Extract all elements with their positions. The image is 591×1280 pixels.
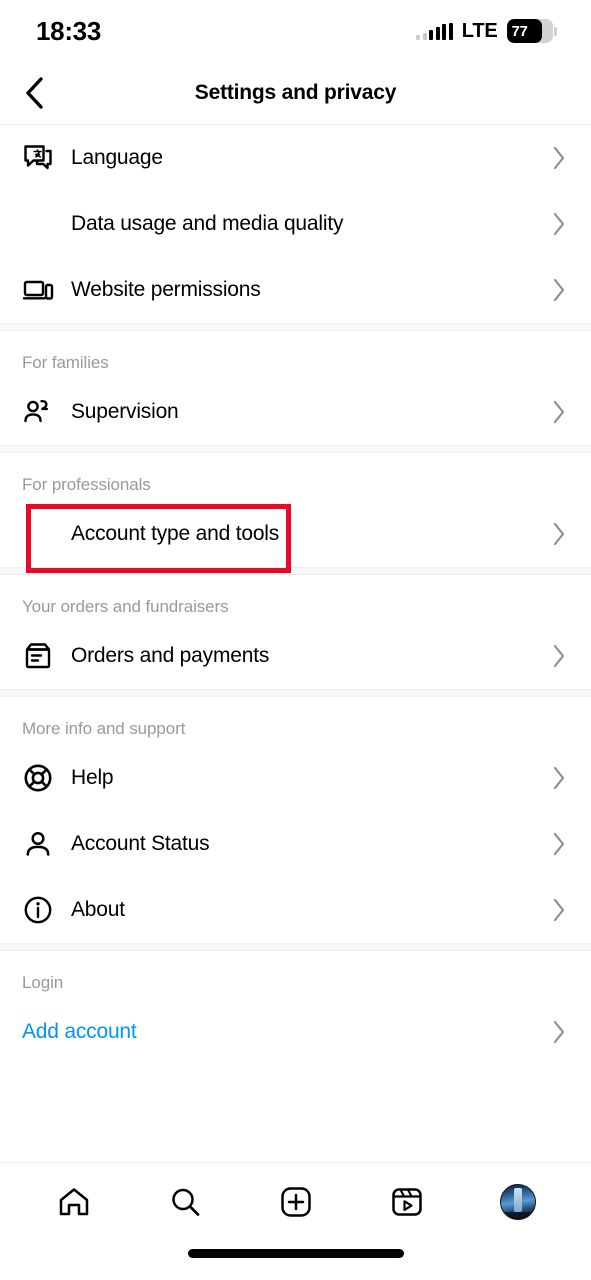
list-item-data-usage-and-media-quality[interactable]: Data usage and media quality <box>0 191 591 257</box>
list-item-add-account[interactable]: Add account <box>0 999 591 1065</box>
page-title: Settings and privacy <box>194 81 397 104</box>
chevron-right-icon <box>549 1020 569 1044</box>
home-icon <box>59 1188 88 1216</box>
list-item-label: Data usage and media quality <box>71 212 344 235</box>
settings-section-orders: Your orders and fundraisers Orders and p… <box>0 575 591 689</box>
avatar-icon <box>499 1184 536 1220</box>
people-icon <box>22 396 71 428</box>
chevron-right-icon <box>549 212 569 236</box>
section-divider <box>0 567 591 575</box>
list-item-label: Language <box>71 146 163 169</box>
battery-percent-label: 77 <box>511 22 528 40</box>
chevron-right-icon <box>549 766 569 790</box>
section-header: Login <box>22 973 64 992</box>
list-item-help[interactable]: Help <box>0 745 591 811</box>
page-header: Settings and privacy <box>0 62 591 124</box>
list-item-supervision[interactable]: Supervision <box>0 379 591 445</box>
bottom-navigation-bar <box>0 1162 591 1280</box>
section-header: Your orders and fundraisers <box>22 597 229 616</box>
settings-section-login: Login Add account <box>0 951 591 1065</box>
list-item-website-permissions[interactable]: Website permissions <box>0 257 591 323</box>
list-item-about[interactable]: About <box>0 877 591 943</box>
section-header: For professionals <box>22 475 151 494</box>
devices-icon <box>22 274 71 306</box>
chevron-right-icon <box>549 898 569 922</box>
battery-cap <box>554 26 557 36</box>
search-icon <box>171 1188 199 1216</box>
status-time: 18:33 <box>36 15 101 46</box>
list-item-label: Website permissions <box>71 278 261 301</box>
reels-icon <box>391 1188 422 1216</box>
orders-box-icon <box>22 640 71 672</box>
section-divider <box>0 943 591 951</box>
signal-bars-icon <box>416 22 453 40</box>
chevron-right-icon <box>549 400 569 424</box>
list-item-label: Orders and payments <box>71 644 270 667</box>
settings-list[interactable]: Language Data usage and media quality We… <box>0 124 591 1162</box>
network-type-label: LTE <box>461 19 498 42</box>
section-divider <box>0 323 591 331</box>
settings-section-general: Language Data usage and media quality We… <box>0 125 591 323</box>
list-item-label: Account Status <box>71 832 210 855</box>
list-item-label: About <box>71 898 125 921</box>
nav-create-button[interactable] <box>266 1172 326 1232</box>
nav-profile-button[interactable] <box>488 1172 548 1232</box>
list-item-account-status[interactable]: Account Status <box>0 811 591 877</box>
settings-section-for-families: For families Supervision <box>0 331 591 445</box>
section-divider <box>0 689 591 697</box>
settings-section-for-professionals: For professionals Account type and tools <box>0 453 591 573</box>
chevron-right-icon <box>549 832 569 856</box>
list-item-language[interactable]: Language <box>0 125 591 191</box>
list-item-label: Account type and tools <box>71 522 280 545</box>
list-item-orders-and-payments[interactable]: Orders and payments <box>0 623 591 689</box>
battery-icon: 77 <box>506 19 557 43</box>
info-circle-icon <box>22 894 71 926</box>
person-icon <box>22 828 71 860</box>
settings-section-more-info-and-support: More info and support Help Account Statu… <box>0 697 591 943</box>
back-button[interactable] <box>12 71 56 115</box>
list-item-label: Supervision <box>71 400 179 423</box>
status-bar: 18:33 LTE 77 <box>0 0 591 62</box>
section-header: For families <box>22 353 109 372</box>
lifebuoy-icon <box>22 762 71 794</box>
chevron-right-icon <box>549 146 569 170</box>
section-header: More info and support <box>22 719 186 738</box>
status-indicators: LTE 77 <box>416 19 557 43</box>
home-indicator <box>187 1249 404 1258</box>
nav-reels-button[interactable] <box>377 1172 437 1232</box>
chevron-right-icon <box>549 522 569 546</box>
list-item-label: Help <box>71 766 114 789</box>
section-divider <box>0 445 591 453</box>
plus-square-icon <box>280 1187 311 1217</box>
chevron-right-icon <box>549 644 569 668</box>
chevron-left-icon <box>26 77 43 109</box>
list-item-account-type-and-tools[interactable]: Account type and tools <box>0 501 591 573</box>
list-item-label: Add account <box>22 1020 137 1043</box>
chevron-right-icon <box>549 278 569 302</box>
nav-search-button[interactable] <box>155 1172 215 1232</box>
translate-bubble-icon <box>22 142 71 174</box>
nav-home-button[interactable] <box>44 1172 104 1232</box>
